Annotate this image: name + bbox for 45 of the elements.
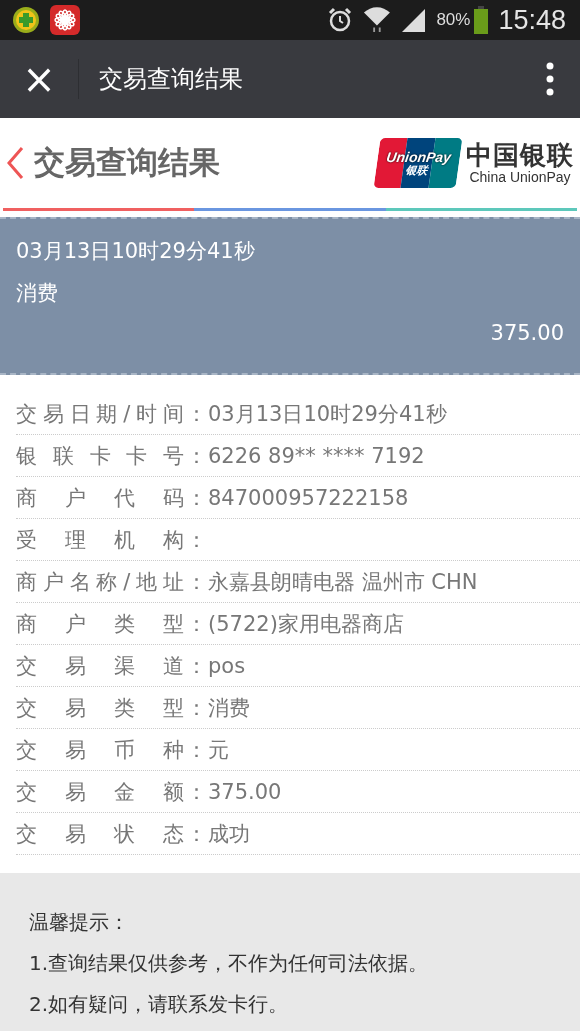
- detail-value: 847000957222158: [208, 485, 409, 510]
- detail-colon: ：: [184, 484, 208, 512]
- page-title: 交易查询结果: [34, 143, 221, 182]
- detail-colon: ：: [184, 568, 208, 596]
- detail-label: 交易状态: [16, 820, 184, 848]
- detail-label: 受理机构: [16, 526, 184, 554]
- detail-value: 元: [208, 736, 229, 764]
- summary-amount: 375.00: [490, 321, 564, 345]
- detail-colon: ：: [184, 736, 208, 764]
- detail-value: 成功: [208, 820, 250, 848]
- detail-colon: ：: [184, 610, 208, 638]
- detail-label: 商户名称/地址: [16, 568, 184, 596]
- detail-label: 商户代码: [16, 484, 184, 512]
- detail-colon: ：: [184, 820, 208, 848]
- detail-label: 商户类型: [16, 610, 184, 638]
- detail-label: 交易渠道: [16, 652, 184, 680]
- detail-value: 375.00: [208, 779, 282, 804]
- tips-title: 温馨提示：: [29, 909, 129, 936]
- detail-value: 03月13日10时29分41秒: [208, 400, 447, 428]
- detail-value: 消费: [208, 694, 250, 722]
- tip-text: 1.查询结果仅供参考，不作为任何司法依据。: [29, 950, 429, 977]
- battery-percent: 80%: [436, 10, 471, 30]
- close-button[interactable]: ×: [0, 40, 78, 118]
- nav-title: 交易查询结果: [99, 64, 244, 95]
- detail-colon: ：: [184, 442, 208, 470]
- logo-english-text: China UnionPay: [469, 169, 571, 185]
- detail-value: 6226 89** **** 7192: [208, 443, 425, 468]
- detail-colon: ：: [184, 694, 208, 722]
- detail-value: 永嘉县朗晴电器 温州市 CHN: [208, 568, 478, 596]
- summary-type: 消费: [16, 280, 59, 307]
- clock-time: 15:48: [498, 4, 566, 36]
- detail-value: pos: [208, 653, 246, 678]
- logo-chinese-text: 中国银联: [466, 141, 574, 170]
- detail-colon: ：: [184, 652, 208, 680]
- detail-label: 交易金额: [16, 778, 184, 806]
- detail-label: 交易日期/时间: [16, 400, 184, 428]
- detail-colon: ：: [184, 400, 208, 428]
- detail-label: 银联卡卡号: [16, 442, 184, 470]
- detail-label: 交易类型: [16, 694, 184, 722]
- tip-text: 2.如有疑问，请联系发卡行。: [29, 991, 289, 1018]
- detail-value: (5722)家用电器商店: [208, 610, 404, 638]
- detail-colon: ：: [184, 778, 208, 806]
- detail-label: 交易币种: [16, 736, 184, 764]
- summary-datetime: 03月13日10时29分41秒: [16, 238, 256, 265]
- detail-colon: ：: [184, 526, 208, 554]
